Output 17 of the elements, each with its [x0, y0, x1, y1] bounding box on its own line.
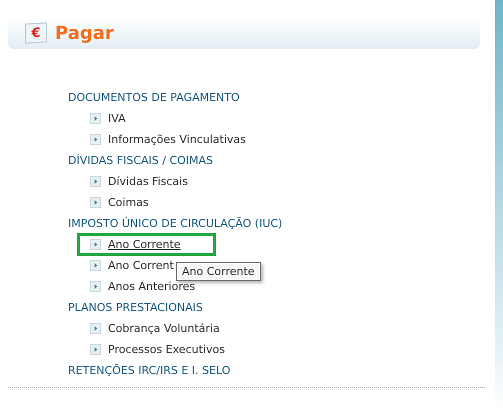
menu-link[interactable]: Coimas — [108, 196, 149, 209]
menu-link[interactable]: Ano Corrent — [108, 259, 174, 272]
section-heading: RETENÇÕES IRC/IRS E I. SELO — [68, 362, 232, 379]
euro-icon: € — [25, 22, 47, 44]
menu-link[interactable]: Dívidas Fiscais — [108, 175, 188, 188]
menu-link[interactable]: Ano Corrente — [108, 238, 181, 251]
menu-link[interactable]: Informações Vinculativas — [108, 133, 246, 146]
page-title: Pagar — [55, 22, 114, 44]
menu-link[interactable]: Processos Executivos — [108, 343, 225, 356]
section-heading: PLANOS PRESTACIONAIS — [68, 300, 204, 316]
menu-link[interactable]: IVA — [108, 112, 126, 125]
section-heading: DOCUMENTOS DE PAGAMENTO — [68, 90, 241, 106]
menu-link[interactable]: Cobrança Voluntária — [108, 322, 220, 335]
section-heading: IMPOSTO ÚNICO DE CIRCULAÇÃO (IUC) — [68, 216, 284, 232]
tooltip: Ano Corrente — [176, 262, 261, 281]
section-heading: DÍVIDAS FISCAIS / COIMAS — [68, 152, 214, 169]
menu-link[interactable]: Anos Anteriores — [108, 280, 196, 293]
